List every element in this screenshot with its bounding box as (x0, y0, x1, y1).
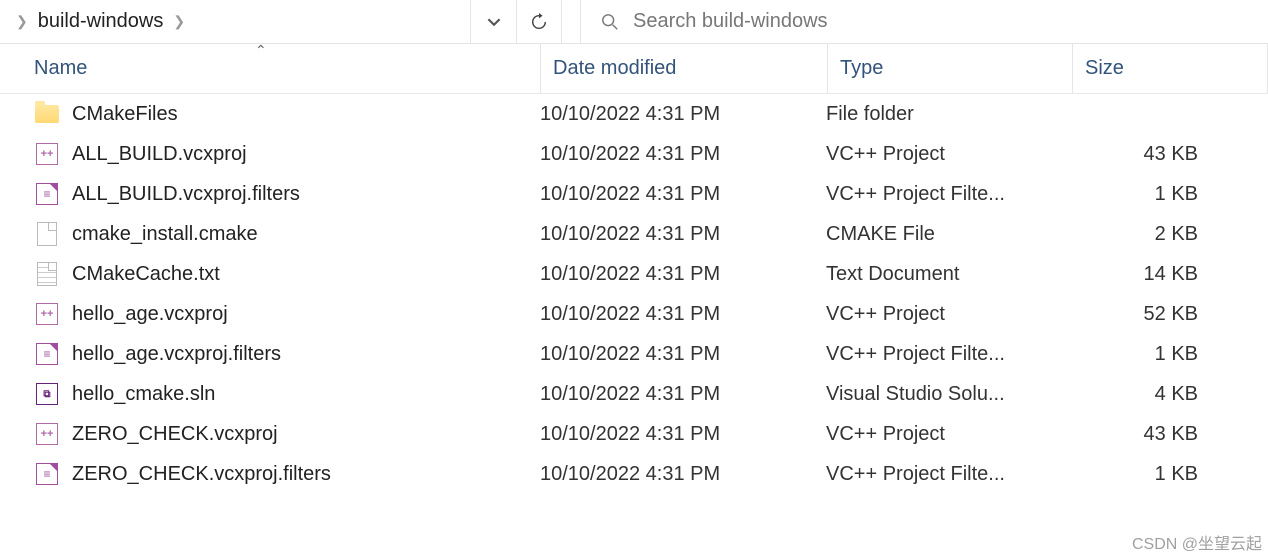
cell-type: CMAKE File (826, 223, 1070, 246)
column-header-date[interactable]: Date modified (541, 57, 827, 80)
file-row[interactable]: ⧉ hello_cmake.sln 10/10/2022 4:31 PMVisual… (0, 374, 1268, 414)
cell-name: CMakeFiles (34, 101, 540, 127)
cell-name: ++ ZERO_CHECK.vcxproj (34, 421, 540, 447)
chevron-down-icon (487, 15, 501, 29)
filters-icon: ≡ (34, 181, 60, 207)
file-list: CMakeFiles10/10/2022 4:31 PMFile folder+… (0, 94, 1268, 494)
search-input[interactable]: Search build-windows (580, 0, 1268, 43)
column-header-type[interactable]: Type (828, 57, 1072, 80)
cell-type: VC++ Project (826, 423, 1070, 446)
column-header-row: ⌃ Name Date modified Type Size (0, 44, 1268, 94)
cell-size: 52 KB (1070, 303, 1210, 326)
cell-size: 14 KB (1070, 263, 1210, 286)
solution-icon: ⧉ (34, 381, 60, 407)
vcxproj-icon: ++ (34, 421, 60, 447)
file-name: hello_cmake.sln (72, 383, 215, 406)
file-name: ALL_BUILD.vcxproj.filters (72, 183, 300, 206)
filters-icon: ≡ (34, 461, 60, 487)
refresh-icon (530, 13, 548, 31)
file-icon (34, 221, 60, 247)
file-row[interactable]: CMakeCache.txt 10/10/2022 4:31 PMText Doc… (0, 254, 1268, 294)
cell-date: 10/10/2022 4:31 PM (540, 463, 826, 486)
cell-date: 10/10/2022 4:31 PM (540, 223, 826, 246)
cell-name: cmake_install.cmake (34, 221, 540, 247)
refresh-button[interactable] (516, 0, 562, 43)
file-row[interactable]: ≡ ZERO_CHECK.vcxproj.filters 10/10/2022 4:… (0, 454, 1268, 494)
file-row[interactable]: ++ hello_age.vcxproj 10/10/2022 4:31 PMVC+… (0, 294, 1268, 334)
search-icon (601, 13, 619, 31)
file-name: CMakeFiles (72, 103, 178, 126)
cell-type: VC++ Project (826, 303, 1070, 326)
cell-type: VC++ Project Filte... (826, 183, 1070, 206)
file-row[interactable]: ++ ZERO_CHECK.vcxproj 10/10/2022 4:31 PMVC… (0, 414, 1268, 454)
file-name: hello_age.vcxproj (72, 303, 228, 326)
cell-type: VC++ Project Filte... (826, 463, 1070, 486)
breadcrumb[interactable]: ❯ build-windows ❯ (0, 0, 470, 43)
vcxproj-icon: ++ (34, 301, 60, 327)
cell-name: CMakeCache.txt (34, 261, 540, 287)
search-placeholder: Search build-windows (633, 10, 828, 33)
watermark: CSDN @坐望云起 (1132, 530, 1262, 554)
cell-size: 43 KB (1070, 423, 1210, 446)
vcxproj-icon: ++ (34, 141, 60, 167)
file-row[interactable]: CMakeFiles 10/10/2022 4:31 PMFile folder (0, 94, 1268, 134)
cell-date: 10/10/2022 4:31 PM (540, 423, 826, 446)
cell-date: 10/10/2022 4:31 PM (540, 383, 826, 406)
cell-name: ≡ ALL_BUILD.vcxproj.filters (34, 181, 540, 207)
file-row[interactable]: cmake_install.cmake 10/10/2022 4:31 PMCMA… (0, 214, 1268, 254)
cell-size: 1 KB (1070, 463, 1210, 486)
file-name: CMakeCache.txt (72, 263, 220, 286)
file-row[interactable]: ≡ ALL_BUILD.vcxproj.filters 10/10/2022 4:3… (0, 174, 1268, 214)
cell-size: 1 KB (1070, 343, 1210, 366)
cell-date: 10/10/2022 4:31 PM (540, 303, 826, 326)
cell-type: Text Document (826, 263, 1070, 286)
cell-date: 10/10/2022 4:31 PM (540, 263, 826, 286)
column-header-size[interactable]: Size (1073, 57, 1267, 80)
cell-date: 10/10/2022 4:31 PM (540, 103, 826, 126)
cell-date: 10/10/2022 4:31 PM (540, 143, 826, 166)
column-header-name[interactable]: Name (34, 57, 540, 80)
breadcrumb-current[interactable]: build-windows (38, 10, 164, 33)
cell-date: 10/10/2022 4:31 PM (540, 343, 826, 366)
text-file-icon (34, 261, 60, 287)
cell-type: File folder (826, 103, 1070, 126)
chevron-right-icon: ❯ (6, 13, 38, 30)
cell-type: VC++ Project Filte... (826, 343, 1070, 366)
file-name: ZERO_CHECK.vcxproj.filters (72, 463, 331, 486)
address-dropdown-button[interactable] (470, 0, 516, 43)
filters-icon: ≡ (34, 341, 60, 367)
cell-size: 43 KB (1070, 143, 1210, 166)
file-row[interactable]: ≡ hello_age.vcxproj.filters 10/10/2022 4:3… (0, 334, 1268, 374)
file-name: hello_age.vcxproj.filters (72, 343, 281, 366)
cell-name: ++ ALL_BUILD.vcxproj (34, 141, 540, 167)
cell-size: 2 KB (1070, 223, 1210, 246)
cell-name: ≡ hello_age.vcxproj.filters (34, 341, 540, 367)
cell-type: Visual Studio Solu... (826, 383, 1070, 406)
cell-name: ++ hello_age.vcxproj (34, 301, 540, 327)
cell-size: 1 KB (1070, 183, 1210, 206)
sort-indicator-icon: ⌃ (255, 42, 267, 59)
address-toolbar: ❯ build-windows ❯ Search build-windows (0, 0, 1268, 44)
cell-size: 4 KB (1070, 383, 1210, 406)
file-name: ALL_BUILD.vcxproj (72, 143, 247, 166)
file-row[interactable]: ++ ALL_BUILD.vcxproj 10/10/2022 4:31 PMVC+… (0, 134, 1268, 174)
file-name: cmake_install.cmake (72, 223, 258, 246)
cell-date: 10/10/2022 4:31 PM (540, 183, 826, 206)
file-name: ZERO_CHECK.vcxproj (72, 423, 278, 446)
folder-icon (34, 101, 60, 127)
chevron-right-icon: ❯ (163, 13, 195, 30)
cell-name: ≡ ZERO_CHECK.vcxproj.filters (34, 461, 540, 487)
cell-type: VC++ Project (826, 143, 1070, 166)
cell-name: ⧉ hello_cmake.sln (34, 381, 540, 407)
